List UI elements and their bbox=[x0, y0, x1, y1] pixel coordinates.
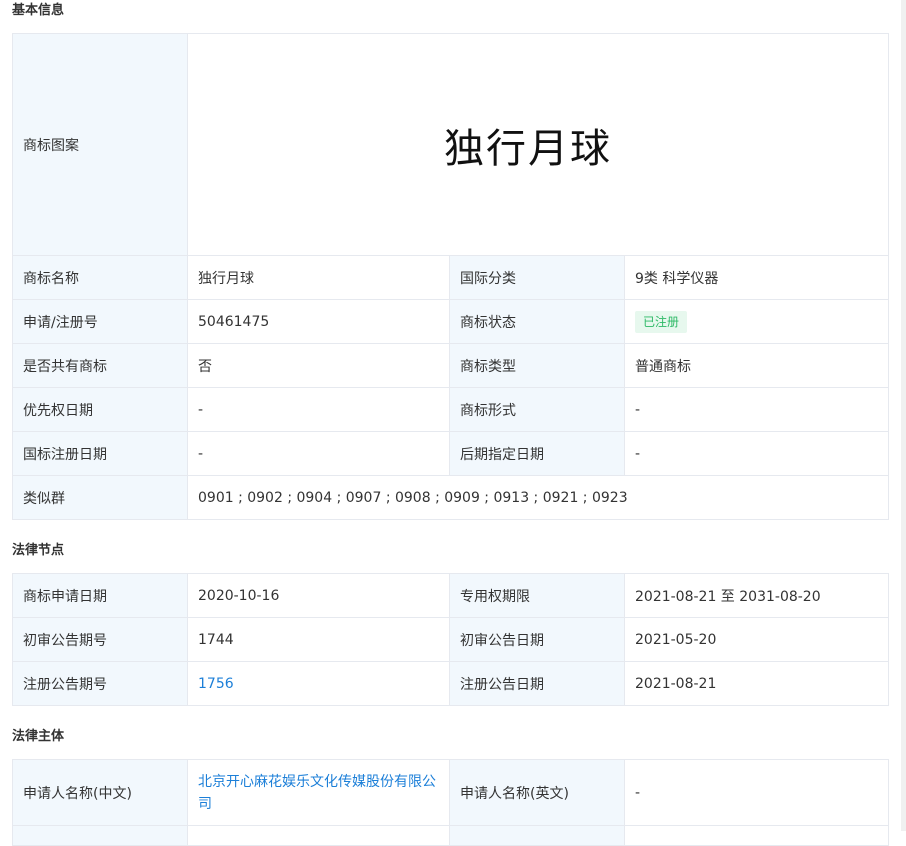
trademark-logo-text: 独行月球 bbox=[444, 125, 612, 172]
reg-number-value: 50461475 bbox=[187, 299, 450, 344]
basic-info-table: 商标图案 独行月球 商标名称 独行月球 国际分类 9类 科学仪器 申请/注册号 … bbox=[12, 33, 889, 520]
status-badge: 已注册 bbox=[635, 310, 688, 333]
later-designation-date-value: - bbox=[624, 431, 889, 476]
shared-trademark-label: 是否共有商标 bbox=[12, 343, 188, 388]
priority-date-value: - bbox=[187, 387, 450, 432]
applicant-cn-label: 申请人名称(中文) bbox=[12, 759, 188, 826]
table-row: 商标名称 独行月球 国际分类 9类 科学仪器 bbox=[12, 255, 889, 300]
similar-group-value: 0901 ; 0902 ; 0904 ; 0907 ; 0908 ; 0909 … bbox=[187, 475, 889, 520]
applicant-cn-cell: 北京开心麻花娱乐文化传媒股份有限公司 bbox=[187, 759, 450, 826]
section-title-legal-subject: 法律主体 bbox=[12, 729, 65, 744]
intl-class-label: 国际分类 bbox=[449, 255, 625, 300]
table-row: 商标申请日期 2020-10-16 专用权期限 2021-08-21 至 203… bbox=[12, 573, 889, 618]
exclusive-right-period-label: 专用权期限 bbox=[449, 573, 625, 618]
trademark-type-label: 商标类型 bbox=[449, 343, 625, 388]
section-title-basic-info: 基本信息 bbox=[12, 3, 65, 18]
table-row: 国标注册日期 - 后期指定日期 - bbox=[12, 431, 889, 476]
application-date-label: 商标申请日期 bbox=[12, 573, 188, 618]
reg-number-label: 申请/注册号 bbox=[12, 299, 188, 344]
prelim-date-value: 2021-05-20 bbox=[624, 617, 889, 662]
trademark-type-value: 普通商标 bbox=[624, 343, 889, 388]
intl-reg-date-label: 国标注册日期 bbox=[12, 431, 188, 476]
next-row-label bbox=[12, 825, 188, 846]
table-row: 申请/注册号 50461475 商标状态 已注册 bbox=[12, 299, 889, 344]
section-title-legal-nodes: 法律节点 bbox=[12, 543, 65, 558]
trademark-name-value: 独行月球 bbox=[187, 255, 450, 300]
reg-date-value: 2021-08-21 bbox=[624, 661, 889, 706]
prelim-issue-label: 初审公告期号 bbox=[12, 617, 188, 662]
table-row: 申请人名称(中文) 北京开心麻花娱乐文化传媒股份有限公司 申请人名称(英文) - bbox=[12, 759, 889, 826]
reg-issue-label: 注册公告期号 bbox=[12, 661, 188, 706]
table-row: 是否共有商标 否 商标类型 普通商标 bbox=[12, 343, 889, 388]
trademark-name-label: 商标名称 bbox=[12, 255, 188, 300]
trademark-status-cell: 已注册 bbox=[624, 299, 889, 344]
exclusive-right-period-value: 2021-08-21 至 2031-08-20 bbox=[624, 573, 889, 618]
applicant-cn-link[interactable]: 北京开心麻花娱乐文化传媒股份有限公司 bbox=[198, 774, 436, 812]
reg-issue-link[interactable]: 1756 bbox=[198, 676, 234, 692]
application-date-value: 2020-10-16 bbox=[187, 573, 450, 618]
applicant-en-value: - bbox=[624, 759, 889, 826]
table-row: 优先权日期 - 商标形式 - bbox=[12, 387, 889, 432]
table-row: 初审公告期号 1744 初审公告日期 2021-05-20 bbox=[12, 617, 889, 662]
applicant-en-label: 申请人名称(英文) bbox=[449, 759, 625, 826]
reg-date-label: 注册公告日期 bbox=[449, 661, 625, 706]
priority-date-label: 优先权日期 bbox=[12, 387, 188, 432]
table-row: 注册公告期号 1756 注册公告日期 2021-08-21 bbox=[12, 661, 889, 706]
trademark-form-label: 商标形式 bbox=[449, 387, 625, 432]
logo-row: 商标图案 独行月球 bbox=[12, 33, 889, 256]
scrollbar[interactable] bbox=[901, 0, 906, 831]
similar-group-label: 类似群 bbox=[12, 475, 188, 520]
prelim-date-label: 初审公告日期 bbox=[449, 617, 625, 662]
later-designation-date-label: 后期指定日期 bbox=[449, 431, 625, 476]
next-row-value-2 bbox=[624, 825, 889, 846]
logo-label: 商标图案 bbox=[12, 33, 188, 256]
legal-subject-table: 申请人名称(中文) 北京开心麻花娱乐文化传媒股份有限公司 申请人名称(英文) - bbox=[12, 759, 889, 846]
table-row bbox=[12, 825, 889, 846]
trademark-form-value: - bbox=[624, 387, 889, 432]
prelim-issue-value: 1744 bbox=[187, 617, 450, 662]
next-row-value bbox=[187, 825, 450, 846]
legal-nodes-table: 商标申请日期 2020-10-16 专用权期限 2021-08-21 至 203… bbox=[12, 573, 889, 706]
shared-trademark-value: 否 bbox=[187, 343, 450, 388]
trademark-logo: 独行月球 bbox=[187, 33, 889, 256]
intl-reg-date-value: - bbox=[187, 431, 450, 476]
next-row-label-2 bbox=[449, 825, 625, 846]
intl-class-value: 9类 科学仪器 bbox=[624, 255, 889, 300]
reg-issue-cell: 1756 bbox=[187, 661, 450, 706]
trademark-status-label: 商标状态 bbox=[449, 299, 625, 344]
table-row: 类似群 0901 ; 0902 ; 0904 ; 0907 ; 0908 ; 0… bbox=[12, 475, 889, 520]
